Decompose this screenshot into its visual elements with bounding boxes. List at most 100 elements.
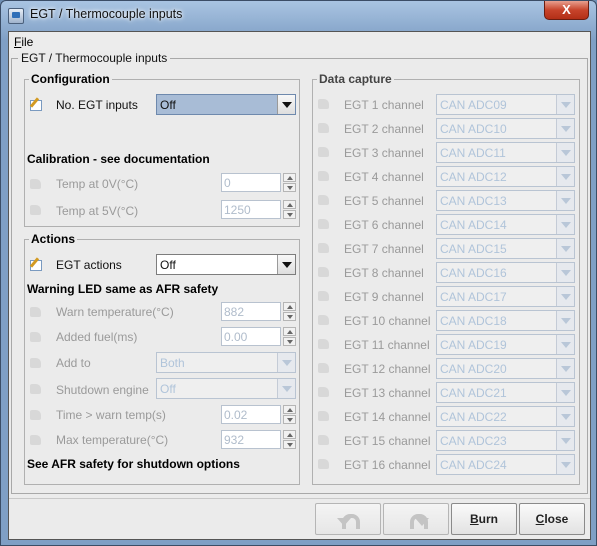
chevron-down-icon[interactable]	[277, 379, 295, 398]
chevron-down-icon[interactable]	[277, 255, 295, 274]
time-warn-value: 0.02	[224, 408, 248, 422]
chevron-down-icon[interactable]	[556, 335, 574, 354]
egt-channel-select[interactable]: CAN ADC20	[436, 358, 575, 379]
close-window-button[interactable]: X	[544, 1, 589, 20]
warn-temp-spinner[interactable]: 882	[221, 302, 296, 321]
egt-channel-value: CAN ADC15	[440, 242, 507, 256]
spinner-up-icon[interactable]	[283, 405, 296, 414]
egt-channel-select[interactable]: CAN ADC10	[436, 118, 575, 139]
temp0-spinner[interactable]: 0	[221, 173, 296, 192]
chevron-down-icon[interactable]	[556, 431, 574, 450]
egt-channel-select[interactable]: CAN ADC21	[436, 382, 575, 403]
spinner-up-icon[interactable]	[283, 173, 296, 182]
egt-actions-select[interactable]: Off	[156, 254, 296, 275]
close-button[interactable]: Close	[519, 503, 585, 535]
chevron-down-icon[interactable]	[556, 311, 574, 330]
chevron-down-icon[interactable]	[556, 119, 574, 138]
chevron-down-icon[interactable]	[556, 287, 574, 306]
separator	[9, 498, 590, 499]
spinner-down-icon[interactable]	[283, 415, 296, 424]
app-window: EGT / Thermocouple inputs X File EGT / T…	[0, 0, 597, 546]
chevron-down-icon[interactable]	[556, 143, 574, 162]
redo-button[interactable]	[383, 503, 449, 535]
chevron-down-icon[interactable]	[556, 455, 574, 474]
temp5-field[interactable]: 1250	[221, 200, 281, 219]
burn-hotkey: B	[469, 512, 479, 526]
egt-channel-label: EGT 2 channel	[344, 122, 424, 136]
egt-channel-label: EGT 1 channel	[344, 98, 424, 112]
chevron-down-icon[interactable]	[556, 407, 574, 426]
egt-channel-select[interactable]: CAN ADC13	[436, 190, 575, 211]
burn-label: urn	[478, 512, 498, 526]
spinner-up-icon[interactable]	[283, 302, 296, 311]
disabled-icon	[317, 313, 330, 326]
undo-button[interactable]	[315, 503, 381, 535]
chevron-down-icon[interactable]	[556, 95, 574, 114]
chevron-down-icon[interactable]	[556, 167, 574, 186]
no-egt-inputs-select[interactable]: Off	[156, 94, 296, 115]
added-fuel-value: 0.00	[224, 330, 248, 344]
spinner-down-icon[interactable]	[283, 210, 296, 219]
temp0-field[interactable]: 0	[221, 173, 281, 192]
added-fuel-spinner[interactable]: 0.00	[221, 327, 296, 346]
add-to-value: Both	[160, 356, 185, 370]
disabled-icon	[317, 265, 330, 278]
warn-temp-field[interactable]: 882	[221, 302, 281, 321]
spinner-up-icon[interactable]	[283, 327, 296, 336]
egt-channel-select[interactable]: CAN ADC16	[436, 262, 575, 283]
burn-button[interactable]: Burn	[451, 503, 517, 535]
chevron-down-icon[interactable]	[277, 95, 295, 114]
no-egt-inputs-label: No. EGT inputs	[56, 98, 138, 112]
egt-channel-label: EGT 6 channel	[344, 218, 424, 232]
egt-channel-label: EGT 3 channel	[344, 146, 424, 160]
egt-channel-select[interactable]: CAN ADC22	[436, 406, 575, 427]
temp5-spinner[interactable]: 1250	[221, 200, 296, 219]
spinner-down-icon[interactable]	[283, 440, 296, 449]
egt-channel-value: CAN ADC10	[440, 122, 507, 136]
chevron-down-icon[interactable]	[277, 353, 295, 372]
chevron-down-icon[interactable]	[556, 191, 574, 210]
egt-channel-select[interactable]: CAN ADC12	[436, 166, 575, 187]
chevron-down-icon[interactable]	[556, 239, 574, 258]
egt-channel-select[interactable]: CAN ADC24	[436, 454, 575, 475]
egt-channel-value: CAN ADC11	[440, 146, 506, 160]
egt-channel-select[interactable]: CAN ADC15	[436, 238, 575, 259]
egt-channel-select[interactable]: CAN ADC09	[436, 94, 575, 115]
max-temp-field[interactable]: 932	[221, 430, 281, 449]
chevron-down-icon[interactable]	[556, 383, 574, 402]
egt-channel-select[interactable]: CAN ADC14	[436, 214, 575, 235]
edit-icon	[29, 258, 42, 271]
egt-channel-select[interactable]: CAN ADC17	[436, 286, 575, 307]
title-bar[interactable]: EGT / Thermocouple inputs X	[1, 1, 596, 31]
egt-channel-label: EGT 15 channel	[344, 434, 431, 448]
egt-channel-select[interactable]: CAN ADC19	[436, 334, 575, 355]
egt-channel-label: EGT 10 channel	[344, 314, 431, 328]
egt-actions-value: Off	[160, 258, 176, 272]
egt-channel-value: CAN ADC16	[440, 266, 507, 280]
spinner-down-icon[interactable]	[283, 183, 296, 192]
disabled-icon	[29, 305, 42, 318]
actions-group: Actions EGT actions Off Warning LED same…	[24, 232, 300, 485]
egt-channel-select[interactable]: CAN ADC18	[436, 310, 575, 331]
app-icon	[8, 8, 24, 24]
time-warn-field[interactable]: 0.02	[221, 405, 281, 424]
added-fuel-field[interactable]: 0.00	[221, 327, 281, 346]
actions-title: Actions	[29, 232, 78, 246]
max-temp-spinner[interactable]: 932	[221, 430, 296, 449]
menu-file[interactable]: File	[14, 35, 33, 49]
chevron-down-icon[interactable]	[556, 359, 574, 378]
chevron-down-icon[interactable]	[556, 215, 574, 234]
spinner-up-icon[interactable]	[283, 430, 296, 439]
spinner-up-icon[interactable]	[283, 200, 296, 209]
spinner-down-icon[interactable]	[283, 337, 296, 346]
egt-channel-select[interactable]: CAN ADC23	[436, 430, 575, 451]
redo-icon	[407, 510, 429, 529]
add-to-select[interactable]: Both	[156, 352, 296, 373]
shutdown-engine-select[interactable]: Off	[156, 378, 296, 399]
egt-channel-select[interactable]: CAN ADC11	[436, 142, 575, 163]
warn-temp-value: 882	[224, 305, 245, 319]
spinner-down-icon[interactable]	[283, 312, 296, 321]
chevron-down-icon[interactable]	[556, 263, 574, 282]
time-warn-spinner[interactable]: 0.02	[221, 405, 296, 424]
egt-channel-label: EGT 16 channel	[344, 458, 431, 472]
